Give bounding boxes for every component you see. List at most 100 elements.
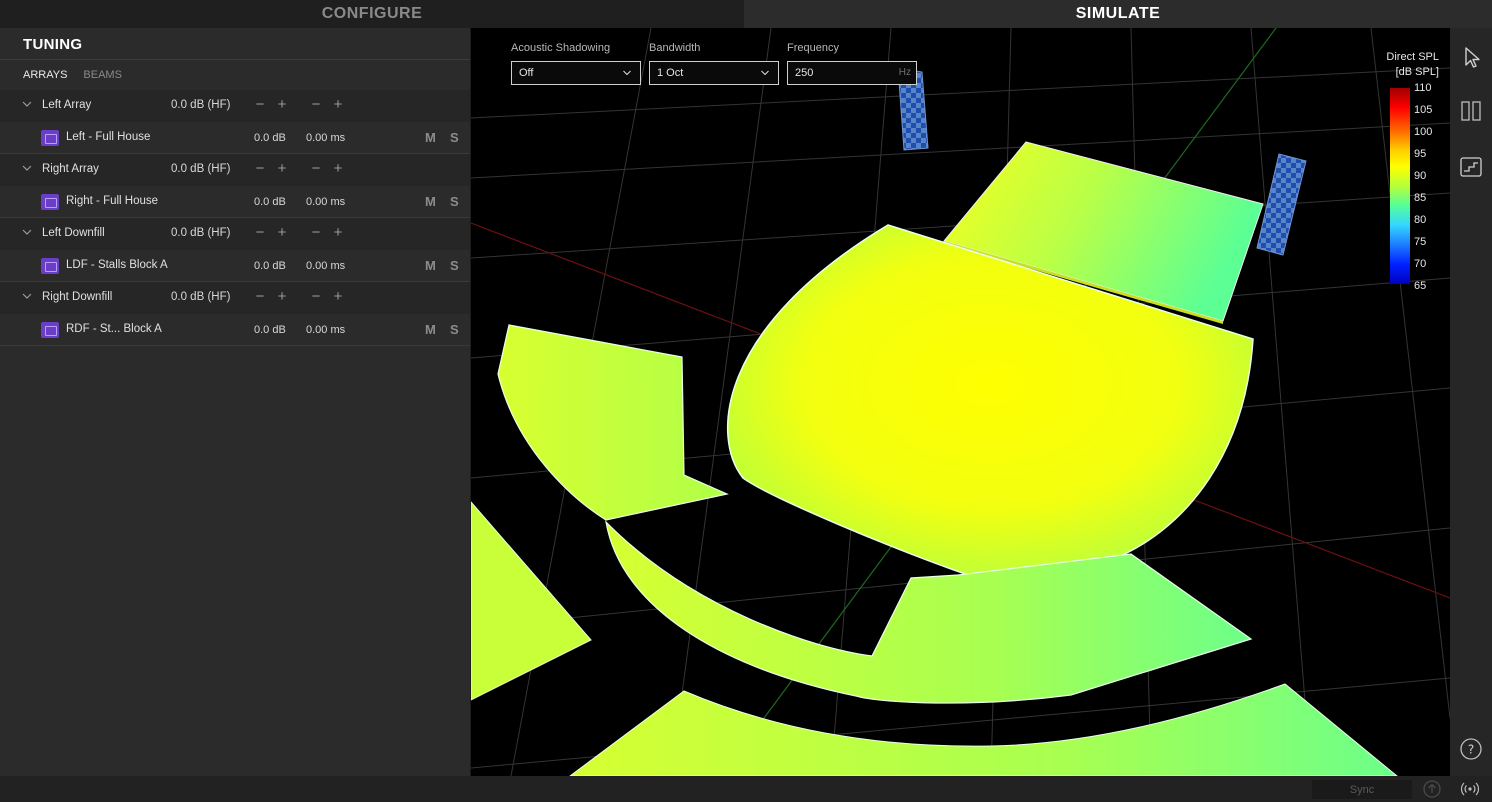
simulation-viewport[interactable]: Acoustic Shadowing Off Bandwidth 1 Oct F… <box>471 28 1450 776</box>
minus-icon[interactable]: − <box>309 288 323 306</box>
legend-colorbar <box>1390 88 1410 284</box>
mute-button[interactable]: M <box>425 130 436 145</box>
array-source-row[interactable]: Right - Full House 0.0 dB 0.00 ms M S <box>0 186 470 218</box>
array-source-gain[interactable]: 0.0 dB <box>254 132 286 144</box>
legend-title: Direct SPL [dB SPL] <box>1359 50 1439 80</box>
divider <box>0 59 470 60</box>
tab-simulate[interactable]: SIMULATE <box>744 0 1492 28</box>
frequency-value: 250 <box>795 67 814 79</box>
legend-tick: 65 <box>1414 280 1427 292</box>
plus-icon[interactable]: + <box>331 160 345 178</box>
array-source-gain[interactable]: 0.0 dB <box>254 196 286 208</box>
array-source-name: RDF - St... Block A <box>66 323 162 335</box>
legend-tick: 110 <box>1414 82 1432 94</box>
array-group-gain: 0.0 dB (HF) <box>171 291 231 303</box>
broadcast-icon[interactable] <box>1460 779 1480 799</box>
solo-button[interactable]: S <box>450 194 459 209</box>
array-source-delay[interactable]: 0.00 ms <box>306 132 345 144</box>
array-group-name: Left Downfill <box>42 227 105 239</box>
layers-icon[interactable] <box>1458 154 1484 180</box>
upload-icon[interactable] <box>1422 779 1442 799</box>
minus-icon[interactable]: − <box>309 96 323 114</box>
legend-tick: 75 <box>1414 236 1427 248</box>
array-group-name: Right Downfill <box>42 291 113 303</box>
mode-tabs: CONFIGURE SIMULATE <box>0 0 1492 28</box>
subtab-arrays[interactable]: ARRAYS <box>23 69 67 81</box>
tuning-panel: TUNING ARRAYS BEAMS Left Array 0.0 dB (H… <box>0 28 470 776</box>
minus-icon[interactable]: − <box>253 224 267 242</box>
right-array-model <box>1256 153 1307 256</box>
array-group-gain: 0.0 dB (HF) <box>171 227 231 239</box>
array-source-row[interactable]: Left - Full House 0.0 dB 0.00 ms M S <box>0 122 470 154</box>
array-group-gain: 0.0 dB (HF) <box>171 99 231 111</box>
plus-icon[interactable]: + <box>331 224 345 242</box>
legend-tick: 100 <box>1414 126 1433 138</box>
mute-button[interactable]: M <box>425 194 436 209</box>
array-source-delay[interactable]: 0.00 ms <box>306 260 345 272</box>
sync-button[interactable]: Sync <box>1312 780 1412 799</box>
solo-button[interactable]: S <box>450 130 459 145</box>
acoustic-shadowing-label: Acoustic Shadowing <box>511 42 611 54</box>
frequency-label: Frequency <box>787 42 839 54</box>
bandwidth-select[interactable]: 1 Oct <box>649 61 779 85</box>
acoustic-shadowing-select[interactable]: Off <box>511 61 641 85</box>
chevron-down-icon[interactable] <box>22 227 32 237</box>
plus-icon[interactable]: + <box>331 96 345 114</box>
chevron-down-icon[interactable] <box>22 163 32 173</box>
tab-configure[interactable]: CONFIGURE <box>0 0 744 28</box>
minus-icon[interactable]: − <box>253 160 267 178</box>
array-group-gain: 0.0 dB (HF) <box>171 163 231 175</box>
array-group-row[interactable]: Left Array 0.0 dB (HF) − + − + <box>0 90 470 122</box>
subtabs: ARRAYS BEAMS <box>23 69 122 81</box>
array-source-row[interactable]: RDF - St... Block A 0.0 dB 0.00 ms M S <box>0 314 470 346</box>
speaker-icon <box>41 194 59 210</box>
array-group-row[interactable]: Right Downfill 0.0 dB (HF) − + − + <box>0 282 470 314</box>
solo-button[interactable]: S <box>450 258 459 273</box>
array-list: Left Array 0.0 dB (HF) − + − + Left - Fu… <box>0 90 470 346</box>
minus-icon[interactable]: − <box>309 224 323 242</box>
split-view-icon[interactable] <box>1458 98 1484 124</box>
plus-icon[interactable]: + <box>275 288 289 306</box>
acoustic-shadowing-value: Off <box>519 67 534 79</box>
minus-icon[interactable]: − <box>253 288 267 306</box>
help-icon[interactable]: ? <box>1458 736 1484 762</box>
chevron-down-icon <box>623 70 631 76</box>
legend-tick: 90 <box>1414 170 1427 182</box>
legend-tick: 105 <box>1414 104 1433 116</box>
chevron-down-icon[interactable] <box>22 99 32 109</box>
array-source-name: LDF - Stalls Block A <box>66 259 168 271</box>
legend-tick: 95 <box>1414 148 1427 160</box>
frequency-input[interactable]: 250 Hz <box>787 61 917 85</box>
array-group-row[interactable]: Left Downfill 0.0 dB (HF) − + − + <box>0 218 470 250</box>
plus-icon[interactable]: + <box>331 288 345 306</box>
frequency-unit: Hz <box>898 67 911 78</box>
mute-button[interactable]: M <box>425 322 436 337</box>
legend-title-line2: [dB SPL] <box>1395 66 1439 78</box>
array-source-gain[interactable]: 0.0 dB <box>254 324 286 336</box>
spl-map-scene[interactable] <box>471 28 1450 776</box>
cursor-arrow-icon[interactable] <box>1458 44 1484 70</box>
legend-title-line1: Direct SPL <box>1386 51 1439 63</box>
minus-icon[interactable]: − <box>309 160 323 178</box>
subtab-beams[interactable]: BEAMS <box>83 69 122 81</box>
minus-icon[interactable]: − <box>253 96 267 114</box>
array-source-row[interactable]: LDF - Stalls Block A 0.0 dB 0.00 ms M S <box>0 250 470 282</box>
chevron-down-icon[interactable] <box>22 291 32 301</box>
bandwidth-label: Bandwidth <box>649 42 701 54</box>
mute-button[interactable]: M <box>425 258 436 273</box>
array-source-delay[interactable]: 0.00 ms <box>306 324 345 336</box>
bandwidth-value: 1 Oct <box>657 67 684 79</box>
array-group-row[interactable]: Right Array 0.0 dB (HF) − + − + <box>0 154 470 186</box>
legend-tick: 70 <box>1414 258 1427 270</box>
solo-button[interactable]: S <box>450 322 459 337</box>
plus-icon[interactable]: + <box>275 96 289 114</box>
speaker-icon <box>41 130 59 146</box>
plus-icon[interactable]: + <box>275 160 289 178</box>
array-source-gain[interactable]: 0.0 dB <box>254 260 286 272</box>
array-group-name: Left Array <box>42 99 92 111</box>
array-source-delay[interactable]: 0.00 ms <box>306 196 345 208</box>
chevron-down-icon <box>761 70 769 76</box>
legend-tick: 85 <box>1414 192 1427 204</box>
plus-icon[interactable]: + <box>275 224 289 242</box>
array-source-name: Left - Full House <box>66 131 151 143</box>
